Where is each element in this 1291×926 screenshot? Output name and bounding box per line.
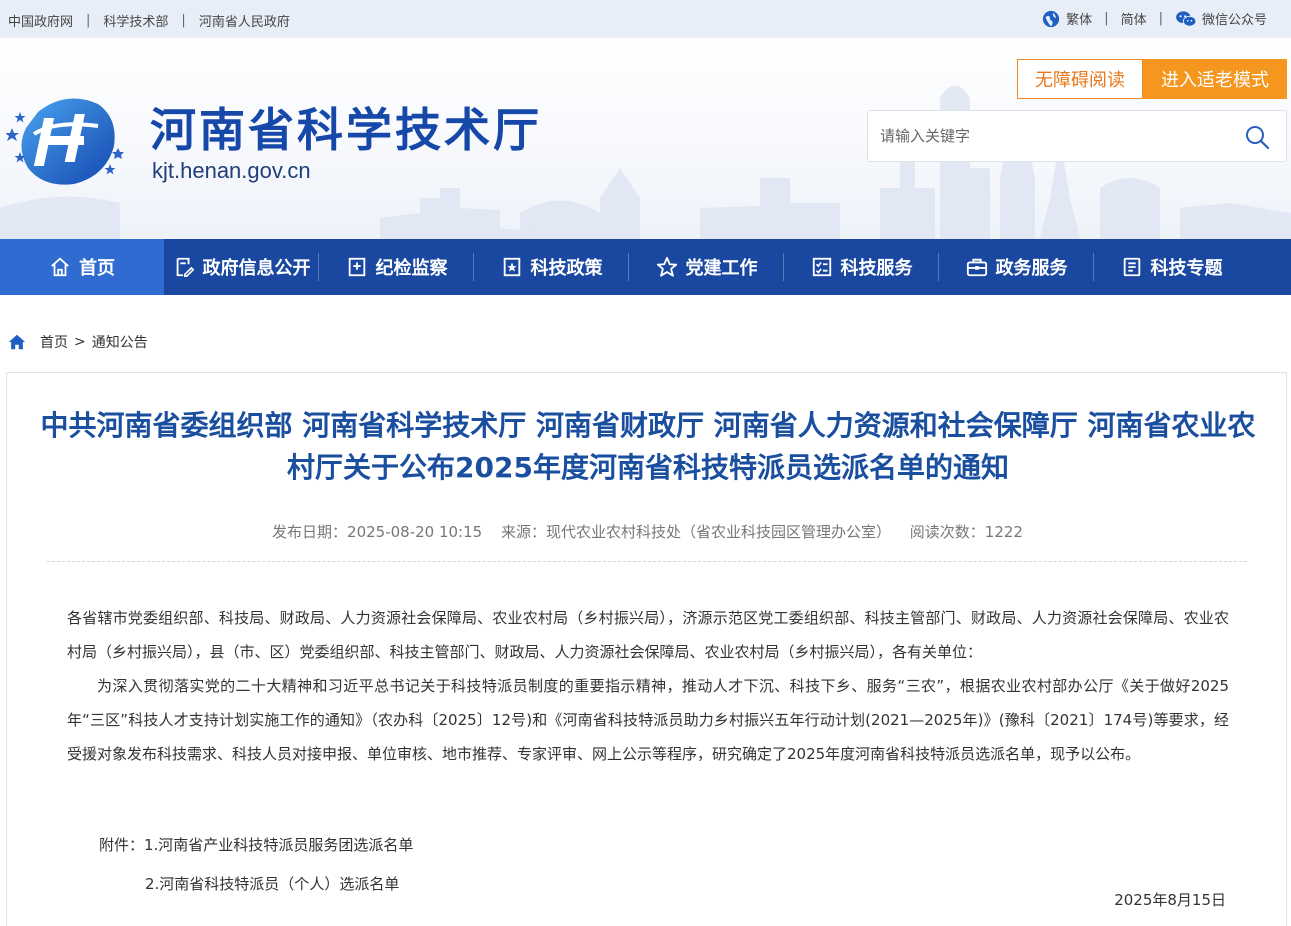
nav-label: 科技专题 xyxy=(1150,258,1223,279)
traditional-label: 繁体 xyxy=(1066,13,1093,28)
topbar-tools: 繁体 | 简体 | 微信公众号 xyxy=(1042,9,1267,28)
site-title: 河南省科学技术厅 xyxy=(150,103,542,157)
separator: | xyxy=(1158,11,1163,26)
issue-date: 2025年8月15日 xyxy=(1114,891,1226,909)
accessible-reading-button[interactable]: 无障碍阅读 xyxy=(1017,59,1143,99)
breadcrumb-separator: > xyxy=(74,334,86,350)
link-most[interactable]: 科学技术部 xyxy=(103,11,168,30)
link-gov-portal[interactable]: 中国政府网 xyxy=(8,11,73,30)
nav-item-gov-service[interactable]: 政务服务 xyxy=(939,239,1094,295)
related-links: 中国政府网 | 科学技术部 | 河南省人民政府 xyxy=(8,11,290,30)
nav-item-tech-policy[interactable]: 科技政策 xyxy=(474,239,629,295)
nav-label: 首页 xyxy=(79,258,115,279)
traditional-chinese-toggle[interactable]: 繁体 xyxy=(1042,9,1092,28)
nav-item-party-building[interactable]: 党建工作 xyxy=(629,239,784,295)
publish-date: 发布日期：2025-08-20 10:15 xyxy=(272,523,483,541)
document-edit-icon xyxy=(176,257,194,277)
henan-kjt-logo[interactable] xyxy=(6,90,128,190)
paragraph-addressees: 各省辖市党委组织部、科技局、财政局、人力资源社会保障局、农业农村局（乡村振兴局）… xyxy=(67,609,1229,661)
checklist-icon xyxy=(812,257,831,277)
separator: | xyxy=(86,13,91,28)
top-utility-bar: 中国政府网 | 科学技术部 | 河南省人民政府 繁体 | 简体 | 微信公众号 xyxy=(0,0,1291,38)
nav-item-gov-info[interactable]: 政府信息公开 xyxy=(164,239,319,295)
link-henan-gov[interactable]: 河南省人民政府 xyxy=(199,11,290,30)
main-navigation: 首页 政府信息公开 纪检监察 科技政策 党建工作 科技服务 政务服务 科技专题 xyxy=(0,239,1291,295)
paragraph-main: 为深入贯彻落实党的二十大精神和习近平总书记关于科技特派员制度的重要指示精神，推动… xyxy=(67,677,1229,763)
policy-icon xyxy=(503,257,520,277)
wechat-icon xyxy=(1176,10,1197,27)
search-box xyxy=(867,110,1287,162)
home-icon[interactable] xyxy=(8,333,26,351)
site-domain: kjt.henan.gov.cn xyxy=(152,158,311,183)
article-source: 来源：现代农业农村科技处（省农业科技园区管理办公室） xyxy=(500,523,891,541)
star-icon xyxy=(656,256,677,277)
inspection-icon xyxy=(348,257,365,277)
separator: | xyxy=(181,13,186,28)
nav-item-tech-service[interactable]: 科技服务 xyxy=(784,239,939,295)
attachment-link-2[interactable]: 2.河南省科技特派员（个人）选派名单 xyxy=(145,875,399,893)
nav-label: 政府信息公开 xyxy=(202,258,311,279)
briefcase-icon xyxy=(966,258,987,277)
article-title: 中共河南省委组织部 河南省科学技术厅 河南省财政厅 河南省人力资源和社会保障厅 … xyxy=(40,409,1256,484)
article-body: 各省辖市党委组织部、科技局、财政局、人力资源社会保障局、农业农村局（乡村振兴局）… xyxy=(67,601,1229,771)
search-input[interactable] xyxy=(880,111,1240,161)
wechat-account-link[interactable]: 微信公众号 xyxy=(1175,9,1267,28)
view-count: 阅读次数：1222 xyxy=(909,523,1023,541)
nav-label: 科技政策 xyxy=(530,258,603,279)
article-container: 中共河南省委组织部 河南省科学技术厅 河南省财政厅 河南省人力资源和社会保障厅 … xyxy=(6,372,1287,926)
nav-item-home[interactable]: 首页 xyxy=(0,239,164,295)
nav-label: 纪检监察 xyxy=(375,258,448,279)
attachments: 附件：1.河南省产业科技特派员服务团选派名单 2.河南省科技特派员（个人）选派名… xyxy=(99,826,413,904)
search-icon[interactable] xyxy=(1244,124,1270,150)
breadcrumb-current[interactable]: 通知公告 xyxy=(92,332,148,352)
nav-label: 政务服务 xyxy=(995,258,1068,279)
globe-icon xyxy=(1043,10,1060,27)
simplified-chinese-toggle[interactable]: 简体 xyxy=(1121,9,1147,28)
site-header: 河南省科学技术厅 kjt.henan.gov.cn 无障碍阅读 进入适老模式 xyxy=(0,38,1291,239)
separator: | xyxy=(1104,11,1109,26)
nav-item-tech-topics[interactable]: 科技专题 xyxy=(1094,239,1249,295)
elder-mode-button[interactable]: 进入适老模式 xyxy=(1143,59,1287,99)
nav-label: 科技服务 xyxy=(840,258,913,279)
simplified-label: 简体 xyxy=(1120,13,1147,28)
breadcrumb: 首页 > 通知公告 xyxy=(8,332,148,352)
attachment-link-1[interactable]: 附件：1.河南省产业科技特派员服务团选派名单 xyxy=(99,836,413,854)
nav-label: 党建工作 xyxy=(685,258,758,279)
wechat-label: 微信公众号 xyxy=(1201,13,1267,28)
notes-icon xyxy=(1123,257,1140,277)
home-icon xyxy=(51,257,69,277)
divider xyxy=(47,561,1247,562)
article-meta: 发布日期：2025-08-20 10:15 来源：现代农业农村科技处（省农业科技… xyxy=(7,521,1288,542)
nav-item-discipline[interactable]: 纪检监察 xyxy=(319,239,474,295)
breadcrumb-home[interactable]: 首页 xyxy=(40,332,68,352)
